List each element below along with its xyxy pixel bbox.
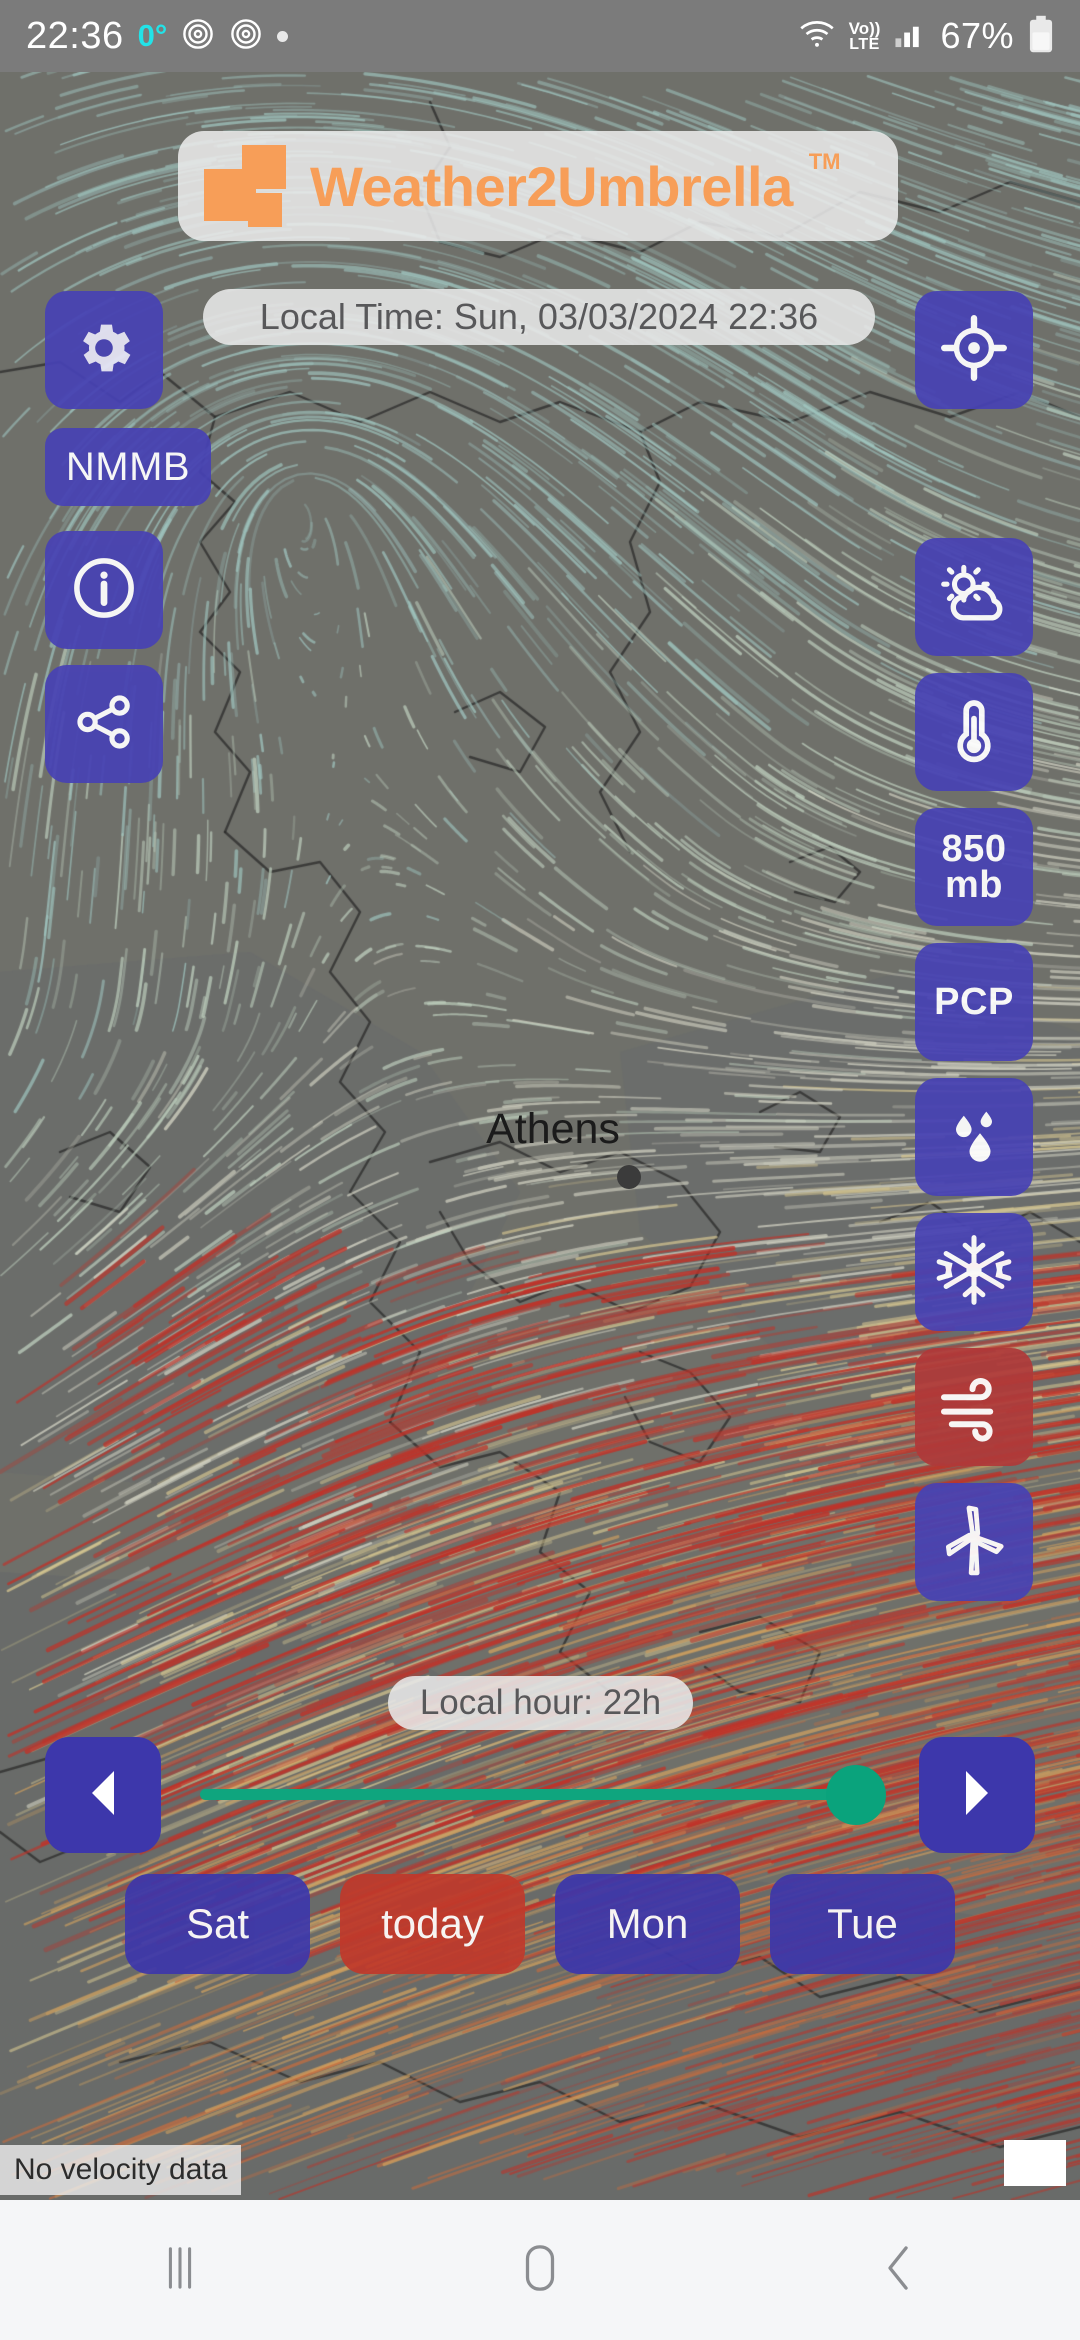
locate-me-button[interactable] bbox=[915, 291, 1033, 409]
arrow-right-icon bbox=[955, 1767, 999, 1824]
wind-turbine-icon bbox=[936, 1502, 1012, 1583]
no-velocity-data-notice: No velocity data bbox=[0, 2145, 242, 2195]
snowflake-icon bbox=[936, 1232, 1012, 1313]
clouds-layer-button[interactable] bbox=[915, 538, 1033, 656]
status-bar-right: Vo)) LTE 67% bbox=[799, 15, 1054, 58]
time-slider-track[interactable] bbox=[200, 1789, 880, 1800]
local-hour-badge: Local hour: 22h bbox=[388, 1676, 693, 1730]
wind-layer-button[interactable] bbox=[915, 1348, 1033, 1466]
android-status-bar: 22:36 0° Vo)) LTE 67% bbox=[0, 0, 1080, 72]
battery-percent-label: 67% bbox=[940, 15, 1014, 56]
status-bar-left: 22:36 0° bbox=[26, 14, 289, 58]
thermometer-icon bbox=[938, 694, 1010, 771]
pressure-850mb-label: 850 mb bbox=[941, 827, 1007, 906]
timeline-controls bbox=[0, 1737, 1080, 1859]
status-bar-temperature: 0° bbox=[137, 18, 168, 53]
recents-icon bbox=[157, 2243, 203, 2298]
battery-icon bbox=[1028, 15, 1054, 58]
day-label: Sat bbox=[185, 1900, 250, 1947]
local-time-badge: Local Time: Sun, 03/03/2024 22:36 bbox=[203, 289, 875, 345]
time-slider-thumb[interactable] bbox=[826, 1765, 886, 1825]
app-root: 22:36 0° Vo)) LTE 67% Weather2Umbrella T… bbox=[0, 0, 1080, 2340]
precipitation-button[interactable]: PCP bbox=[915, 943, 1033, 1061]
back-icon bbox=[878, 2242, 922, 2299]
no-velocity-data-label: No velocity data bbox=[14, 2153, 228, 2186]
crosshair-location-icon bbox=[939, 313, 1009, 388]
back-button[interactable] bbox=[720, 2200, 1080, 2340]
trademark-mark: TM bbox=[808, 149, 841, 174]
city-marker-dot bbox=[617, 1165, 641, 1189]
wind-icon bbox=[935, 1366, 1013, 1449]
app-logo-banner[interactable]: Weather2Umbrella TM bbox=[178, 131, 898, 241]
sun-cloud-icon bbox=[935, 556, 1013, 639]
raindrops-icon bbox=[938, 1099, 1010, 1176]
info-button[interactable] bbox=[45, 531, 163, 649]
previous-hour-button[interactable] bbox=[45, 1737, 161, 1853]
wind-turbine-button[interactable] bbox=[915, 1483, 1033, 1601]
fingerprint-icon bbox=[181, 17, 215, 56]
snow-layer-button[interactable] bbox=[915, 1213, 1033, 1331]
pressure-850mb-button[interactable]: 850 mb bbox=[915, 808, 1033, 926]
wifi-icon bbox=[799, 19, 835, 54]
local-hour-label: Local hour: 22h bbox=[419, 1683, 662, 1722]
day-selector: Sat today Mon Tue bbox=[0, 1874, 1080, 1982]
precipitation-label: PCP bbox=[934, 980, 1014, 1023]
share-button[interactable] bbox=[45, 665, 163, 783]
fingerprint-icon bbox=[229, 17, 263, 56]
gear-icon bbox=[71, 315, 137, 386]
next-hour-button[interactable] bbox=[919, 1737, 1035, 1853]
recents-button[interactable] bbox=[0, 2200, 360, 2340]
day-button-today[interactable]: today bbox=[340, 1874, 525, 1974]
day-label: Tue bbox=[827, 1900, 898, 1947]
dot-indicator bbox=[277, 30, 289, 42]
settings-button[interactable] bbox=[45, 291, 163, 409]
map-corner-control[interactable] bbox=[1004, 2140, 1066, 2186]
rain-layer-button[interactable] bbox=[915, 1078, 1033, 1196]
cellular-signal-icon bbox=[894, 19, 926, 54]
app-title: Weather2Umbrella bbox=[310, 154, 793, 218]
arrow-left-icon bbox=[81, 1767, 125, 1824]
time-slider[interactable] bbox=[200, 1737, 886, 1853]
day-button-tue[interactable]: Tue bbox=[770, 1874, 955, 1974]
weather-model-label: NMMB bbox=[65, 444, 191, 489]
home-button[interactable] bbox=[360, 2200, 720, 2340]
home-icon bbox=[515, 2241, 565, 2300]
local-time-label: Local Time: Sun, 03/03/2024 22:36 bbox=[259, 296, 819, 337]
status-bar-clock: 22:36 bbox=[26, 14, 124, 57]
city-label: Athens bbox=[486, 1105, 620, 1153]
share-nodes-icon bbox=[70, 688, 138, 761]
weather-model-button[interactable]: NMMB bbox=[45, 428, 211, 506]
temperature-layer-button[interactable] bbox=[915, 673, 1033, 791]
day-label: today bbox=[381, 1900, 484, 1947]
volte-icon: Vo)) LTE bbox=[848, 18, 881, 53]
day-button-sat[interactable]: Sat bbox=[125, 1874, 310, 1974]
day-button-mon[interactable]: Mon bbox=[555, 1874, 740, 1974]
android-navigation-bar bbox=[0, 2200, 1080, 2340]
squares-logo-icon bbox=[204, 145, 290, 227]
day-label: Mon bbox=[606, 1900, 689, 1947]
info-circle-icon bbox=[69, 553, 139, 628]
